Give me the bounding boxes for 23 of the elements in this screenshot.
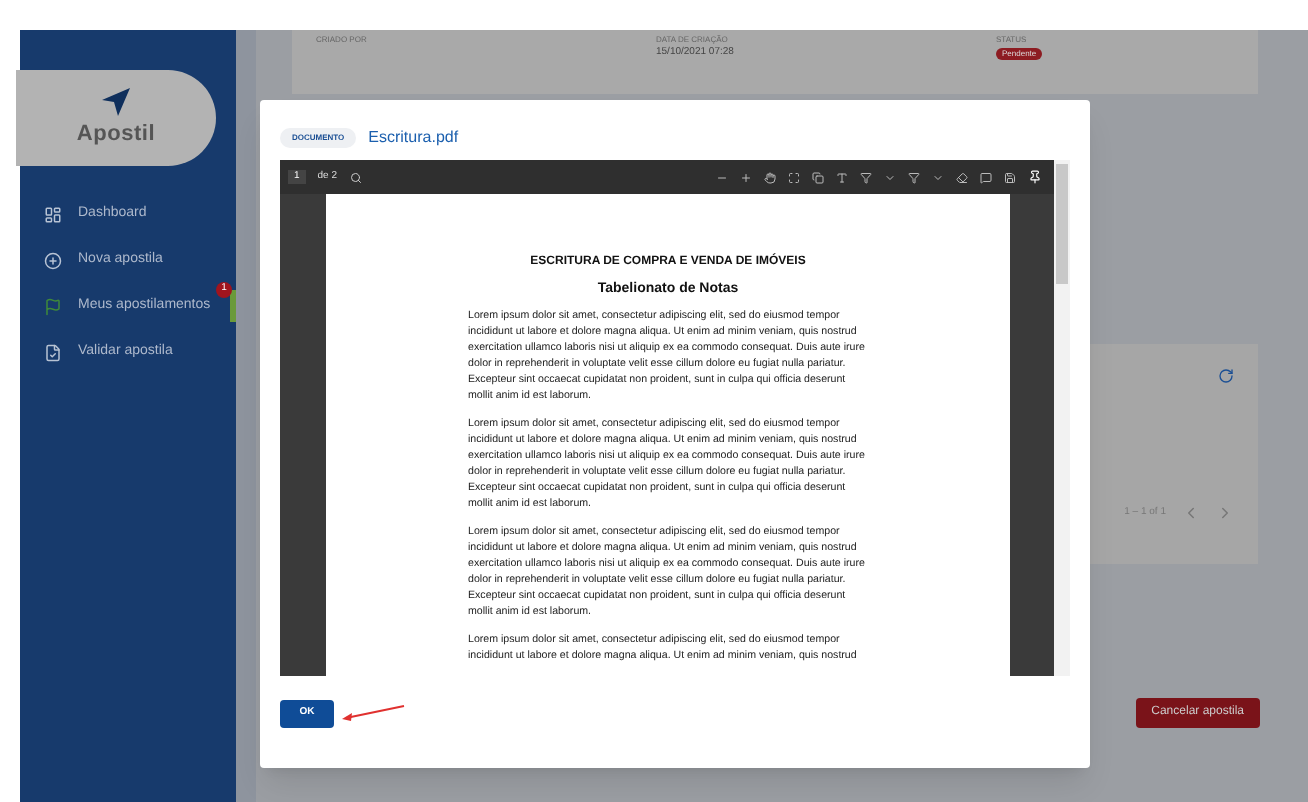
file-name-link[interactable]: Escritura.pdf xyxy=(368,126,459,150)
logo-text: Apostil xyxy=(76,119,156,150)
toolbar-icon[interactable] xyxy=(764,171,776,183)
toolbar-icon[interactable] xyxy=(908,171,920,183)
toolbar-icon[interactable] xyxy=(932,171,944,183)
refresh-icon[interactable] xyxy=(1218,368,1234,384)
toolbar-icon[interactable] xyxy=(812,171,824,183)
toolbar-icon[interactable] xyxy=(836,171,848,183)
menu-icon xyxy=(44,343,62,361)
pin-icon[interactable] xyxy=(1028,170,1042,184)
search-icon[interactable] xyxy=(349,171,362,183)
toolbar-icon[interactable] xyxy=(956,171,968,183)
toolbar-icon[interactable] xyxy=(884,171,896,183)
menu-icon xyxy=(44,205,62,223)
paper-plane-icon xyxy=(100,85,132,118)
toolbar-icon[interactable] xyxy=(1004,171,1016,183)
toolbar-icon[interactable] xyxy=(740,171,752,183)
toolbar-icon[interactable] xyxy=(980,171,992,183)
menu-icon xyxy=(44,251,62,269)
menu-icon xyxy=(44,297,62,315)
toolbar-icon[interactable] xyxy=(860,171,872,183)
arrow-annotation xyxy=(338,704,406,724)
toolbar-icon[interactable] xyxy=(716,171,728,183)
